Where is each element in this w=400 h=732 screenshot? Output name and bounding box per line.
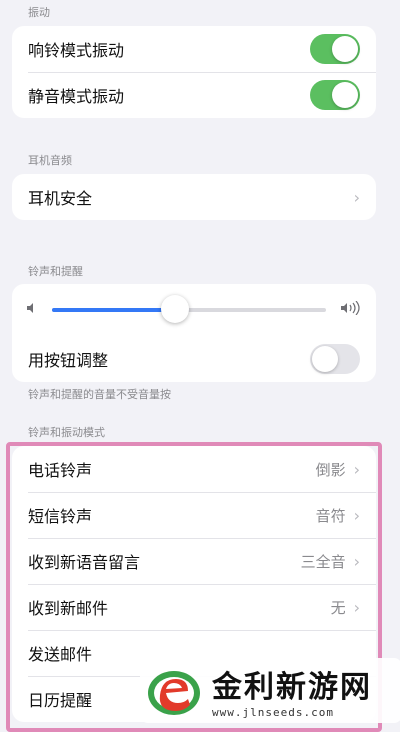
watermark-title: 金利新游网	[212, 670, 372, 705]
ring-vibrate-toggle[interactable]	[310, 34, 360, 64]
change-with-buttons-toggle[interactable]	[310, 344, 360, 374]
section-title-vibration: 振动	[28, 6, 50, 19]
change-with-buttons-row: 用按钮调整	[12, 336, 376, 382]
silent-vibrate-label: 静音模式振动	[28, 87, 125, 106]
ringer-volume-row	[12, 284, 376, 336]
slider-fill	[52, 308, 176, 312]
chevron-right-icon: ›	[353, 187, 360, 207]
ring-vibrate-label: 响铃模式振动	[28, 41, 125, 60]
vibration-group: 响铃模式振动 静音模式振动	[12, 26, 376, 118]
toggle-knob	[312, 346, 338, 372]
pattern-label: 短信铃声	[28, 507, 93, 526]
section-title-headphone-audio: 耳机音频	[28, 154, 72, 167]
pattern-label: 收到新邮件	[28, 599, 109, 618]
pattern-row-new-voicemail[interactable]: 收到新语音留言 三全音 ›	[12, 538, 376, 584]
headphone-safety-row[interactable]: 耳机安全 ›	[12, 174, 376, 220]
pattern-label: 电话铃声	[28, 461, 93, 480]
chevron-right-icon: ›	[353, 505, 360, 525]
headphone-safety-label: 耳机安全	[28, 189, 93, 208]
section-title-ringtone-vibration-patterns: 铃声和振动模式	[28, 426, 105, 439]
watermark-url: www.jlnseeds.com	[212, 706, 334, 719]
ringer-volume-note: 铃声和提醒的音量不受音量按	[28, 388, 171, 401]
chevron-right-icon: ›	[353, 459, 360, 479]
pattern-row-new-mail[interactable]: 收到新邮件 无 ›	[12, 584, 376, 630]
site-logo-icon	[148, 670, 200, 715]
pattern-value: 三全音	[300, 552, 346, 571]
headphone-group: 耳机安全 ›	[12, 174, 376, 220]
section-title-ringtone-alerts: 铃声和提醒	[28, 265, 83, 278]
pattern-label: 收到新语音留言	[28, 553, 141, 572]
pattern-row-text-tone[interactable]: 短信铃声 音符 ›	[12, 492, 376, 538]
chevron-right-icon: ›	[353, 597, 360, 617]
slider-thumb[interactable]	[161, 295, 190, 323]
toggle-knob	[332, 36, 358, 62]
silent-vibrate-row: 静音模式振动	[12, 72, 376, 118]
chevron-right-icon: ›	[353, 551, 360, 571]
pattern-row-phone-ringtone[interactable]: 电话铃声 倒影 ›	[12, 446, 376, 492]
pattern-value: 无	[330, 598, 346, 617]
silent-vibrate-toggle[interactable]	[310, 80, 360, 110]
ringer-group: 用按钮调整	[12, 284, 376, 382]
change-with-buttons-label: 用按钮调整	[28, 351, 109, 370]
ringer-volume-slider[interactable]	[52, 295, 326, 323]
toggle-knob	[332, 82, 358, 108]
pattern-value: 音符	[315, 506, 346, 525]
speaker-low-icon	[26, 302, 38, 318]
speaker-high-icon	[340, 300, 362, 319]
site-watermark: 金利新游网 www.jlnseeds.com	[140, 658, 400, 723]
pattern-value: 倒影	[315, 460, 346, 479]
ring-vibrate-row: 响铃模式振动	[12, 26, 376, 72]
